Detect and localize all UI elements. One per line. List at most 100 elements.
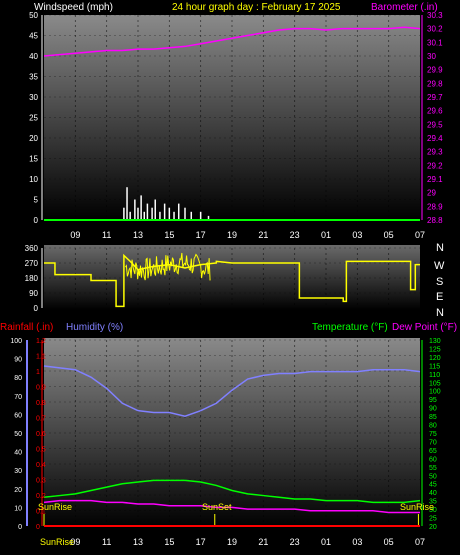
x-tick-label: 15 [164, 537, 174, 547]
x-tick-label: 13 [133, 537, 143, 547]
rainfall-tick-label: 0.7 [36, 416, 46, 423]
humidity-tick-label: 70 [14, 394, 22, 401]
temperature-tick-label: 80 [429, 423, 437, 430]
x-tick-label: 05 [384, 230, 394, 240]
humidity-tick-label: 90 [14, 357, 22, 364]
sunrise-x-label: SunRise [40, 537, 74, 547]
y-left-tick-label: 20 [29, 134, 38, 143]
temperature-tick-label: 100 [429, 389, 441, 396]
compass-e: E [436, 291, 443, 303]
compass-w: W [434, 260, 445, 272]
x-tick-label: 17 [196, 537, 206, 547]
temperature-tick-label: 55 [429, 465, 437, 472]
y-right-tick-label: 29 [427, 189, 436, 198]
x-tick-label: 21 [258, 230, 268, 240]
y-left-tick-label: 45 [29, 32, 38, 41]
x-tick-label: 13 [133, 230, 143, 240]
rainfall-tick-label: 0 [36, 524, 40, 531]
rainfall-tick-label: 1 [36, 369, 40, 376]
temperature-tick-label: 115 [429, 363, 440, 370]
x-tick-label: 19 [227, 230, 237, 240]
temperature-tick-label: 110 [429, 372, 440, 379]
rainfall-tick-label: 1.2 [36, 338, 46, 345]
x-tick-label: 03 [352, 537, 362, 547]
rainfall-tick-label: 0.3 [36, 478, 46, 485]
y-right-tick-label: 29.2 [427, 161, 443, 170]
x-tick-label: 15 [164, 230, 174, 240]
x-tick-label: 03 [352, 230, 362, 240]
x-tick-label: 01 [321, 537, 331, 547]
y-left-tick-label: 0 [34, 216, 39, 225]
x-tick-label: 07 [415, 537, 425, 547]
y-tick-label: 90 [29, 289, 38, 298]
temperature-tick-label: 65 [429, 448, 437, 455]
y-tick-label: 0 [34, 304, 39, 313]
rainfall-tick-label: 0.6 [36, 431, 46, 438]
x-tick-label: 21 [258, 537, 268, 547]
temperature-tick-label: 40 [429, 490, 437, 497]
rainfall-tick-label: 0.2 [36, 493, 46, 500]
y-right-tick-label: 29.9 [427, 66, 443, 75]
rainfall-tick-label: 0.8 [36, 400, 46, 407]
humidity-tick-label: 10 [14, 505, 22, 512]
temperature-tick-label: 70 [429, 439, 437, 446]
temperature-tick-label: 45 [429, 482, 437, 489]
x-tick-label: 09 [70, 230, 80, 240]
y-right-tick-label: 29.6 [427, 107, 443, 116]
y-right-tick-label: 29.7 [427, 93, 443, 102]
humidity-tick-label: 30 [14, 468, 22, 475]
x-tick-label: 23 [290, 230, 300, 240]
temperature-tick-label: 60 [429, 456, 437, 463]
y-left-tick-label: 5 [34, 196, 39, 205]
rainfall-tick-label: 1.1 [36, 354, 46, 361]
humidity-tick-label: 80 [14, 375, 22, 382]
humidity-tick-label: 20 [14, 487, 22, 494]
x-tick-label: 11 [102, 230, 111, 240]
y-right-tick-label: 29.8 [427, 79, 443, 88]
y-left-tick-label: 50 [29, 11, 38, 20]
temperature-tick-label: 25 [429, 516, 437, 523]
y-tick-label: 360 [25, 244, 39, 253]
humidity-label: Humidity (%) [66, 322, 123, 333]
rainfall-tick-label: 0.5 [36, 447, 46, 454]
y-right-tick-label: 29.3 [427, 148, 443, 157]
rainfall-label: Rainfall (.in) [0, 322, 53, 333]
temperature-label: Temperature (°F) [312, 322, 388, 333]
y-right-tick-label: 29.4 [427, 134, 443, 143]
y-right-tick-label: 30.2 [427, 25, 443, 34]
panel-winddir-axes: 360 270 180 90 0 [25, 244, 43, 313]
humidity-tick-label: 40 [14, 450, 22, 457]
temperature-tick-label: 130 [429, 338, 441, 345]
temperature-tick-label: 125 [429, 346, 441, 353]
temperature-tick-label: 20 [429, 524, 437, 531]
weather-graph: Windspeed (mph) 24 hour graph day : Febr… [0, 2, 457, 547]
y-left-tick-label: 15 [29, 155, 38, 164]
rainfall-tick-label: 0.9 [36, 385, 46, 392]
humidity-tick-label: 0 [18, 524, 22, 531]
x-tick-label: 19 [227, 537, 237, 547]
chart-title: 24 hour graph day : February 17 2025 [172, 2, 341, 13]
y-right-tick-label: 29.5 [427, 120, 443, 129]
y-left-tick-label: 10 [29, 175, 38, 184]
compass-n-bottom: N [436, 307, 444, 319]
y-tick-label: 180 [25, 274, 39, 283]
y-tick-label: 270 [25, 259, 39, 268]
dewpoint-label: Dew Point (°F) [392, 322, 457, 333]
temperature-tick-label: 75 [429, 431, 437, 438]
y-left-tick-label: 35 [29, 73, 38, 82]
y-right-tick-label: 28.9 [427, 202, 443, 211]
rainfall-tick-label: 0.4 [36, 462, 46, 469]
sunset-label: SunSet [202, 502, 232, 512]
x-tick-label: 07 [415, 230, 425, 240]
temperature-tick-label: 95 [429, 397, 437, 404]
compass-s: S [436, 276, 443, 288]
y-right-tick-label: 29.1 [427, 175, 443, 184]
x-tick-label: 11 [102, 537, 111, 547]
humidity-tick-label: 60 [14, 412, 22, 419]
sunrise-label-left: SunRise [38, 502, 72, 512]
y-right-tick-label: 30.3 [427, 11, 443, 20]
temperature-tick-label: 120 [429, 355, 441, 362]
windspeed-label: Windspeed (mph) [34, 2, 113, 13]
temperature-tick-label: 85 [429, 414, 437, 421]
y-right-tick-label: 30 [427, 52, 436, 61]
